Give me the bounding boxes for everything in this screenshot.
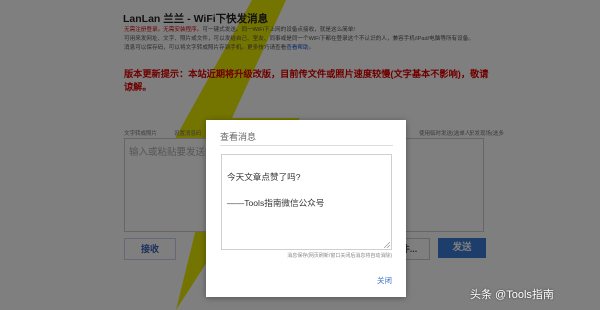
dialog-hint: 消息保存(网页刷新/窗口关闭后消息将自动消除) (287, 253, 392, 259)
watermark: 头条 @Tools指南 (470, 289, 554, 301)
close-button[interactable]: 关闭 (377, 275, 392, 286)
view-message-dialog: 查看消息 今天文章点赞了吗? ——Tools指南微信公众号 消息保存(网页刷新/… (206, 120, 406, 297)
message-content: 今天文章点赞了吗? ——Tools指南微信公众号 (227, 172, 325, 208)
dialog-divider (220, 145, 393, 146)
message-textarea[interactable]: 今天文章点赞了吗? ——Tools指南微信公众号 (221, 154, 392, 250)
resize-grip-icon[interactable] (384, 242, 390, 248)
dialog-title: 查看消息 (220, 132, 257, 142)
